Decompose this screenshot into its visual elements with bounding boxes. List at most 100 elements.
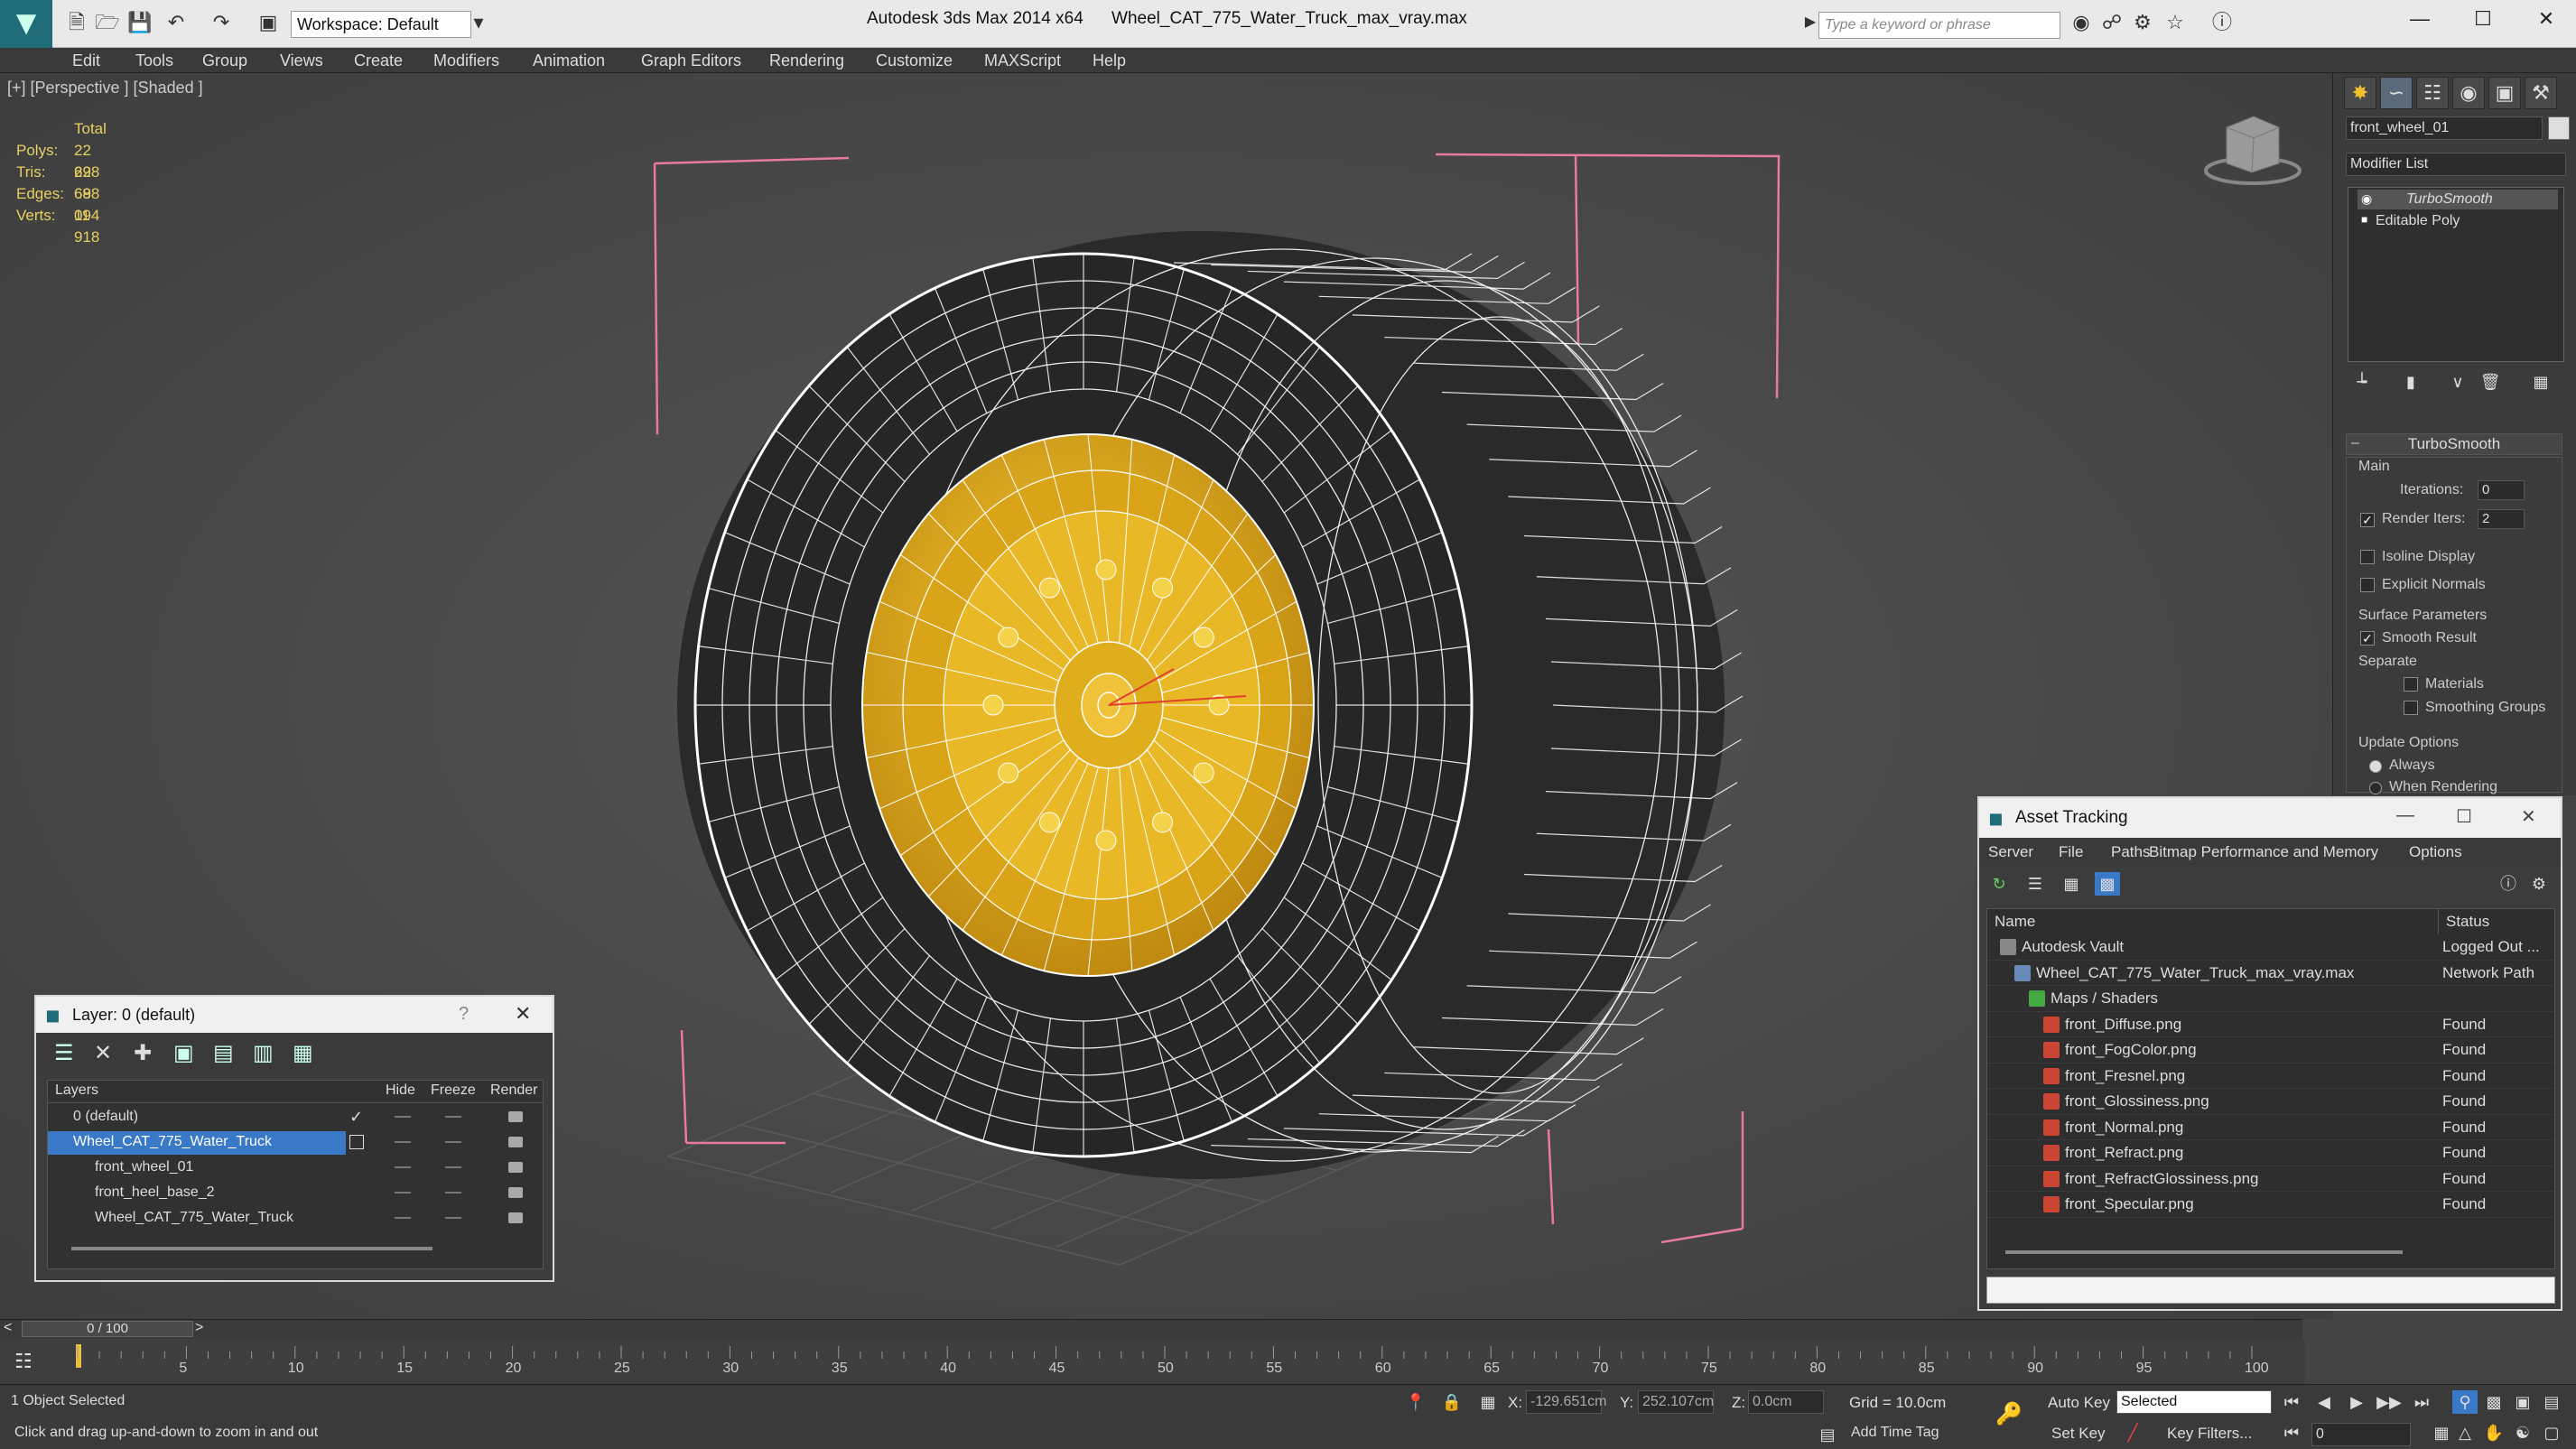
layer-row[interactable]: 0 (default) ✓ [48,1104,543,1129]
viewport-label[interactable]: [+] [Perspective ] [Shaded ] [7,79,203,98]
time-slider-track[interactable]: < > [0,1319,2302,1339]
isoline-display-checkbox[interactable] [2360,550,2375,564]
add-time-tag-label[interactable]: Add Time Tag [1851,1425,1939,1441]
render-teapot-icon[interactable] [508,1187,523,1198]
asset-row[interactable]: front_Fresnel.png Found [1987,1064,2554,1089]
go-to-end-icon[interactable]: ⏭ [2409,1390,2434,1414]
hierarchy-tab-icon[interactable]: ☷ [2416,77,2449,109]
pan-hand-icon[interactable]: ✋ [2481,1421,2506,1444]
asset-row[interactable]: Maps / Shaders [1987,986,2554,1012]
hide-toggle[interactable] [395,1192,411,1194]
create-tab-icon[interactable]: ✸ [2344,77,2376,109]
freeze-all-layers-icon[interactable]: ▦ [293,1040,313,1066]
current-frame-field[interactable]: 0 [2311,1423,2411,1446]
stack-item-editable-poly[interactable]: Editable Poly [2357,211,2460,231]
asset-row[interactable]: front_Glossiness.png Found [1987,1089,2554,1115]
hide-toggle[interactable] [395,1116,411,1118]
close-icon[interactable]: ✕ [2528,7,2564,31]
when-rendering-radio[interactable] [2369,782,2382,794]
materials-checkbox[interactable] [2404,677,2418,692]
asset-row[interactable]: Autodesk Vault Logged Out ... [1987,934,2554,961]
absolute-mode-icon[interactable]: ▦ [1475,1390,1501,1414]
menu-graph-editors[interactable]: Graph Editors [641,51,741,70]
layer-dialog-help-button[interactable]: ? [459,1004,469,1025]
freeze-toggle[interactable] [445,1166,461,1168]
app-logo-icon[interactable]: ▼ [0,0,52,48]
lightbulb-icon[interactable]: ◉ [2361,191,2372,207]
time-config-icon[interactable]: ▦ [2429,1421,2454,1444]
menu-group[interactable]: Group [202,51,247,70]
menu-rendering[interactable]: Rendering [769,51,844,70]
key-mode-toggle-icon[interactable]: ⏮ [2279,1421,2304,1444]
render-teapot-icon[interactable] [508,1111,523,1122]
asset-row[interactable]: front_FogColor.png Found [1987,1037,2554,1064]
motion-tab-icon[interactable]: ◉ [2452,77,2485,109]
asset-row[interactable]: front_Specular.png Found [1987,1192,2554,1218]
minimize-icon[interactable]: — [2402,7,2438,31]
active-layer-check-icon[interactable]: ✓ [349,1104,363,1129]
wheel-rim-mesh[interactable] [861,433,1315,977]
explicit-normals-checkbox[interactable] [2360,578,2375,592]
play-icon[interactable]: ▶ [2344,1390,2369,1414]
configure-sets-icon[interactable]: ▦ [2528,370,2553,394]
asset-dialog-title[interactable]: Asset Tracking [1979,798,2561,838]
set-key-button[interactable]: Set Key [2051,1425,2106,1443]
object-color-swatch[interactable] [2548,116,2570,140]
status-column-header[interactable]: Status [2439,909,2554,934]
pin-stack-icon[interactable]: ┶ [2349,370,2375,394]
hide-toggle[interactable] [395,1166,411,1168]
menu-maxscript[interactable]: MAXScript [984,51,1061,70]
iterations-spinner[interactable]: 0 [2478,480,2525,500]
render-teapot-icon[interactable] [508,1162,523,1173]
auto-key-button[interactable]: Auto Key [2048,1394,2110,1412]
key-mode-select[interactable]: Selected [2116,1390,2272,1414]
highlight-layer-icon[interactable]: ▤ [213,1040,234,1066]
maximize-icon[interactable]: ☐ [2465,7,2501,31]
delete-layer-icon[interactable]: ✕ [94,1040,112,1066]
menu-tools[interactable]: Tools [135,51,173,70]
active-layer-checkbox[interactable] [349,1135,364,1149]
hide-toggle[interactable] [395,1141,411,1143]
zoom-extents-all-icon[interactable]: ▤ [2539,1390,2564,1414]
smoothing-groups-checkbox[interactable] [2404,701,2418,715]
render-iters-spinner[interactable]: 2 [2478,509,2525,529]
redo-icon[interactable]: ↷ [208,9,235,36]
layer-row[interactable]: front_heel_base_2 [48,1180,543,1205]
asset-row[interactable]: front_Normal.png Found [1987,1115,2554,1140]
layer-row[interactable]: front_wheel_01 [48,1155,543,1180]
orbit-icon[interactable]: ☯ [2510,1421,2535,1444]
next-frame-icon[interactable]: ▶▶ [2376,1390,2402,1414]
add-time-tag-icon[interactable]: ▤ [1815,1423,1840,1446]
field-of-view-icon[interactable]: △ [2452,1421,2478,1444]
table-view-icon[interactable]: ▦ [2059,872,2084,896]
hide-column-header[interactable]: Hide [386,1082,415,1099]
binoculars-icon[interactable]: ◉ [2068,9,2095,36]
asset-horizontal-scrollbar[interactable] [2005,1250,2403,1254]
modifier-list-dropdown[interactable]: Modifier List [2346,153,2566,176]
grid-view-icon[interactable]: ▩ [2095,872,2120,896]
rollout-collapse-icon[interactable]: – [2351,435,2359,451]
utilities-tab-icon[interactable]: ⚒ [2525,77,2557,109]
undo-icon[interactable]: ↶ [163,9,190,36]
asset-menu-options[interactable]: Options [2409,843,2462,861]
layer-dialog-close-icon[interactable]: ✕ [515,1002,531,1026]
list-view-icon[interactable]: ☰ [2023,872,2048,896]
workspace-select[interactable]: Workspace: Default [291,11,471,38]
asset-minimize-icon[interactable]: — [2396,805,2414,826]
asset-menu-file[interactable]: File [2059,843,2083,861]
select-objects-in-layer-icon[interactable]: ▣ [173,1040,194,1066]
set-key-key-icon[interactable]: 🔑 [1995,1403,2023,1426]
zoom-icon[interactable]: ⚲ [2452,1390,2478,1414]
refresh-icon[interactable]: ↻ [1986,872,2012,896]
asset-menu-server[interactable]: Server [1988,843,2033,861]
render-column-header[interactable]: Render [490,1082,537,1099]
add-to-layer-icon[interactable]: ✚ [134,1040,152,1066]
layer-row[interactable]: Wheel_CAT_775_Water_Truck [48,1205,543,1231]
zoom-extents-icon[interactable]: ▣ [2510,1390,2535,1414]
z-coordinate-field[interactable]: 0.0cm [1748,1390,1824,1414]
zoom-all-icon[interactable]: ▩ [2481,1390,2506,1414]
menu-edit[interactable]: Edit [72,51,100,70]
menu-customize[interactable]: Customize [876,51,953,70]
go-to-start-icon[interactable]: ⏮ [2279,1390,2304,1414]
render-teapot-icon[interactable] [508,1137,523,1147]
